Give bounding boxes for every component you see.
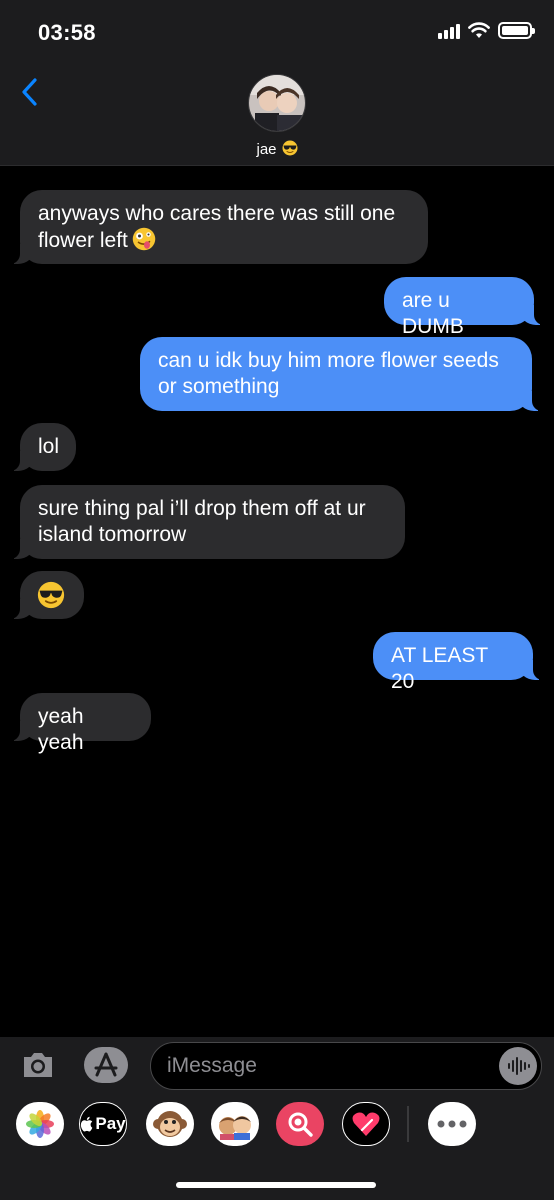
message-text: lol — [38, 435, 60, 458]
monkey-animoji-icon — [153, 1111, 187, 1137]
more-apps-button[interactable] — [428, 1102, 476, 1146]
apple-pay-label: Pay — [95, 1114, 126, 1133]
message-bubble-outgoing[interactable]: can u idk buy him more flower seeds or s… — [140, 337, 542, 411]
more-icon — [437, 1120, 467, 1128]
message-bubble-outgoing[interactable]: AT LEAST 20 — [373, 632, 543, 693]
message-text: anyways who cares there was still one fl… — [38, 202, 396, 252]
message-text: are u DUMB — [402, 289, 464, 338]
memoji-icon — [219, 1116, 251, 1140]
signal-icon — [438, 23, 460, 39]
image-search-app-button[interactable] — [276, 1102, 324, 1146]
memoji-app-button[interactable] — [211, 1102, 259, 1146]
message-text: yeah yeah — [38, 705, 84, 754]
zany-face-emoji-icon — [132, 227, 156, 251]
app-store-button[interactable] — [84, 1047, 128, 1083]
chevron-left-icon — [22, 78, 37, 106]
message-bubble-incoming[interactable]: yeah yeah — [10, 693, 151, 754]
back-button[interactable] — [14, 72, 44, 112]
message-text: sure thing pal i’ll drop them off at ur … — [38, 497, 366, 546]
image-search-icon — [288, 1112, 313, 1137]
digital-touch-app-button[interactable] — [342, 1102, 390, 1146]
status-time: 03:58 — [38, 20, 96, 45]
message-bubble-incoming[interactable]: lol — [10, 423, 76, 471]
contact-avatar[interactable] — [248, 74, 306, 132]
contact-name-text: jae — [256, 141, 277, 158]
sunglasses-emoji-icon — [37, 581, 65, 609]
message-bubble-incoming[interactable] — [10, 571, 84, 619]
wifi-icon — [468, 22, 490, 38]
apple-logo-icon — [81, 1116, 93, 1132]
battery-icon — [498, 22, 535, 39]
message-text: can u idk buy him more flower seeds or s… — [158, 349, 499, 398]
home-indicator[interactable] — [176, 1182, 376, 1188]
apple-pay-button[interactable]: Pay — [79, 1102, 127, 1146]
sunglasses-emoji-icon — [282, 140, 298, 156]
contact-name[interactable]: jae — [0, 140, 554, 158]
animoji-app-button[interactable] — [146, 1102, 194, 1146]
app-drawer-divider — [407, 1106, 409, 1142]
message-input-field[interactable] — [150, 1042, 542, 1090]
app-drawer: Pay — [0, 1102, 554, 1148]
camera-button[interactable] — [20, 1047, 56, 1083]
digital-touch-icon — [352, 1112, 380, 1136]
avatar-photo — [249, 75, 305, 131]
photos-icon — [26, 1110, 54, 1138]
conversation-header: 03:58 jae — [0, 0, 554, 166]
waveform-icon — [508, 1057, 530, 1075]
message-text: AT LEAST 20 — [391, 644, 488, 693]
status-icons — [438, 22, 535, 39]
message-bubble-outgoing[interactable]: are u DUMB — [384, 277, 544, 338]
photos-app-button[interactable] — [16, 1102, 64, 1146]
audio-message-button[interactable] — [499, 1047, 537, 1085]
message-bubble-incoming[interactable]: sure thing pal i’ll drop them off at ur … — [10, 485, 405, 559]
message-bubble-incoming[interactable]: anyways who cares there was still one fl… — [10, 190, 428, 264]
imessage-input[interactable] — [167, 1053, 487, 1079]
camera-icon — [24, 1053, 52, 1077]
app-store-icon — [84, 1047, 128, 1083]
